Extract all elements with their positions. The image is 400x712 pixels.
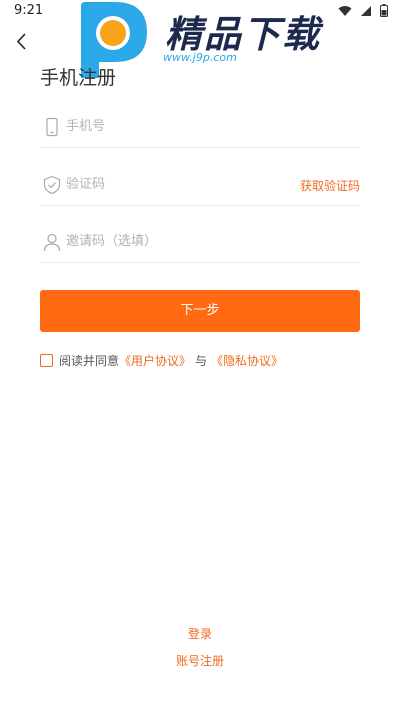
watermark-title: 精品下载 (165, 13, 321, 56)
page-title: 手机注册 (40, 67, 117, 89)
agreement-checkbox[interactable] (40, 353, 53, 367)
register-page: 9:21 精品下载 www.j9p.com 手机注册 手机号 验证码 获取验证码… (0, 0, 400, 712)
agreement-row: 阅读并同意 《用户协议》 与 《隐私协议》 (40, 352, 283, 368)
back-button[interactable] (10, 30, 34, 54)
agreement-prefix: 阅读并同意 (59, 353, 120, 368)
wifi-icon (338, 5, 352, 16)
back-arrow-icon (16, 33, 26, 50)
status-icons (338, 4, 388, 17)
login-link[interactable]: 登录 (0, 625, 400, 642)
agreement-and: 与 (195, 353, 208, 368)
phone-field (40, 107, 360, 148)
invite-code-field (40, 222, 360, 263)
phone-icon (46, 117, 58, 137)
next-button[interactable]: 下一步 (40, 290, 360, 332)
phone-input[interactable] (66, 115, 286, 137)
get-code-button[interactable]: 获取验证码 (300, 177, 360, 194)
watermark-url: www.j9p.com (163, 51, 237, 64)
privacy-protocol-link[interactable]: 《隐私协议》 (211, 352, 283, 369)
invite-code-input[interactable] (66, 230, 286, 252)
verification-code-field: 获取验证码 (40, 165, 360, 206)
signal-icon (361, 5, 371, 16)
user-icon (43, 233, 61, 252)
shield-check-icon (43, 175, 61, 195)
user-protocol-link[interactable]: 《用户协议》 (119, 352, 191, 369)
verification-code-input[interactable] (66, 173, 286, 195)
status-time: 9:21 (14, 3, 44, 18)
battery-icon (380, 4, 388, 17)
account-register-link[interactable]: 账号注册 (0, 652, 400, 669)
